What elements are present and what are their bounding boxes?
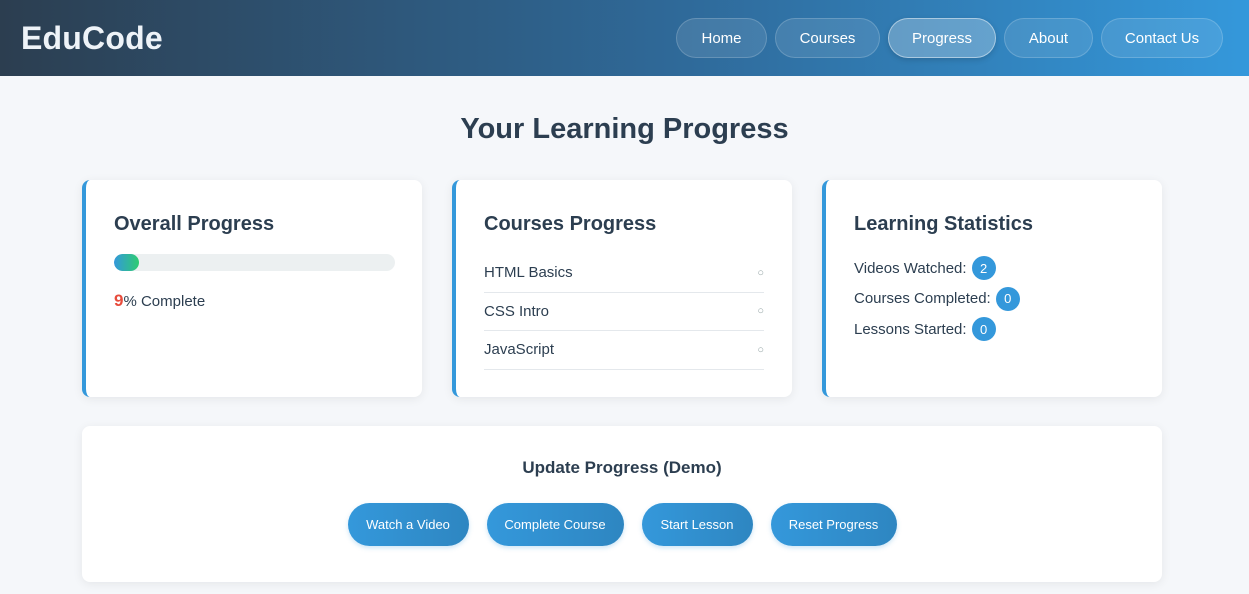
watch-video-button[interactable]: Watch a Video [347, 503, 469, 546]
course-item-css-intro[interactable]: CSS Intro ○ [484, 293, 764, 331]
update-progress-panel: Update Progress (Demo) Watch a Video Com… [82, 426, 1162, 582]
overall-progress-fill [114, 254, 140, 271]
page-title: Your Learning Progress [460, 113, 789, 145]
update-progress-title: Update Progress (Demo) [522, 458, 722, 477]
courses-progress-title: Courses Progress [484, 213, 657, 235]
overall-progress-suffix: % Complete [123, 293, 206, 310]
stats-list: Videos Watched: 2 Courses Completed: 0 L… [854, 253, 1134, 345]
overall-progress-text: 9% Complete [114, 291, 394, 311]
site-logo[interactable]: EduCode [21, 20, 163, 57]
reset-progress-button[interactable]: Reset Progress [770, 503, 897, 546]
course-list: HTML Basics ○ CSS Intro ○ JavaScript ○ [484, 254, 764, 370]
stat-videos-watched: Videos Watched: 2 [854, 253, 1134, 284]
incomplete-circle-icon: ○ [757, 305, 764, 318]
learning-statistics-card: Learning Statistics Videos Watched: 2 Co… [822, 180, 1162, 397]
course-item-html-basics[interactable]: HTML Basics ○ [484, 254, 764, 293]
start-lesson-button[interactable]: Start Lesson [641, 503, 753, 546]
course-label: JavaScript [484, 341, 555, 359]
nav-about-button[interactable]: About [1004, 18, 1093, 58]
stat-label: Lessons Started: [854, 320, 967, 338]
stat-courses-completed: Courses Completed: 0 [854, 284, 1134, 315]
overall-progress-card: Overall Progress 9% Complete [82, 180, 422, 397]
stat-count-badge: 0 [995, 286, 1020, 311]
nav-courses-button[interactable]: Courses [775, 18, 880, 58]
stat-count-badge: 2 [971, 256, 996, 281]
nav-home-button[interactable]: Home [676, 18, 767, 58]
courses-progress-card: Courses Progress HTML Basics ○ CSS Intro… [452, 180, 792, 397]
demo-button-group: Watch a Video Complete Course Start Less… [82, 503, 1162, 546]
stat-lessons-started: Lessons Started: 0 [854, 314, 1134, 345]
stat-count-badge: 0 [971, 317, 996, 342]
overall-progress-bar [114, 254, 395, 271]
learning-statistics-title: Learning Statistics [854, 213, 1033, 235]
nav-progress-button[interactable]: Progress [888, 18, 996, 58]
nav-contact-button[interactable]: Contact Us [1101, 18, 1223, 58]
course-label: CSS Intro [484, 302, 550, 320]
stat-label: Videos Watched: [854, 259, 967, 277]
main-nav: Home Courses Progress About Contact Us [676, 18, 1223, 58]
course-item-javascript[interactable]: JavaScript ○ [484, 331, 764, 370]
site-header: EduCode Home Courses Progress About Cont… [0, 0, 1249, 76]
complete-course-button[interactable]: Complete Course [486, 503, 624, 546]
incomplete-circle-icon: ○ [757, 343, 764, 356]
progress-cards: Overall Progress 9% Complete Courses Pro… [82, 180, 1162, 397]
incomplete-circle-icon: ○ [757, 266, 764, 279]
course-label: HTML Basics [484, 264, 573, 282]
stat-label: Courses Completed: [854, 290, 991, 308]
overall-progress-title: Overall Progress [114, 213, 275, 235]
